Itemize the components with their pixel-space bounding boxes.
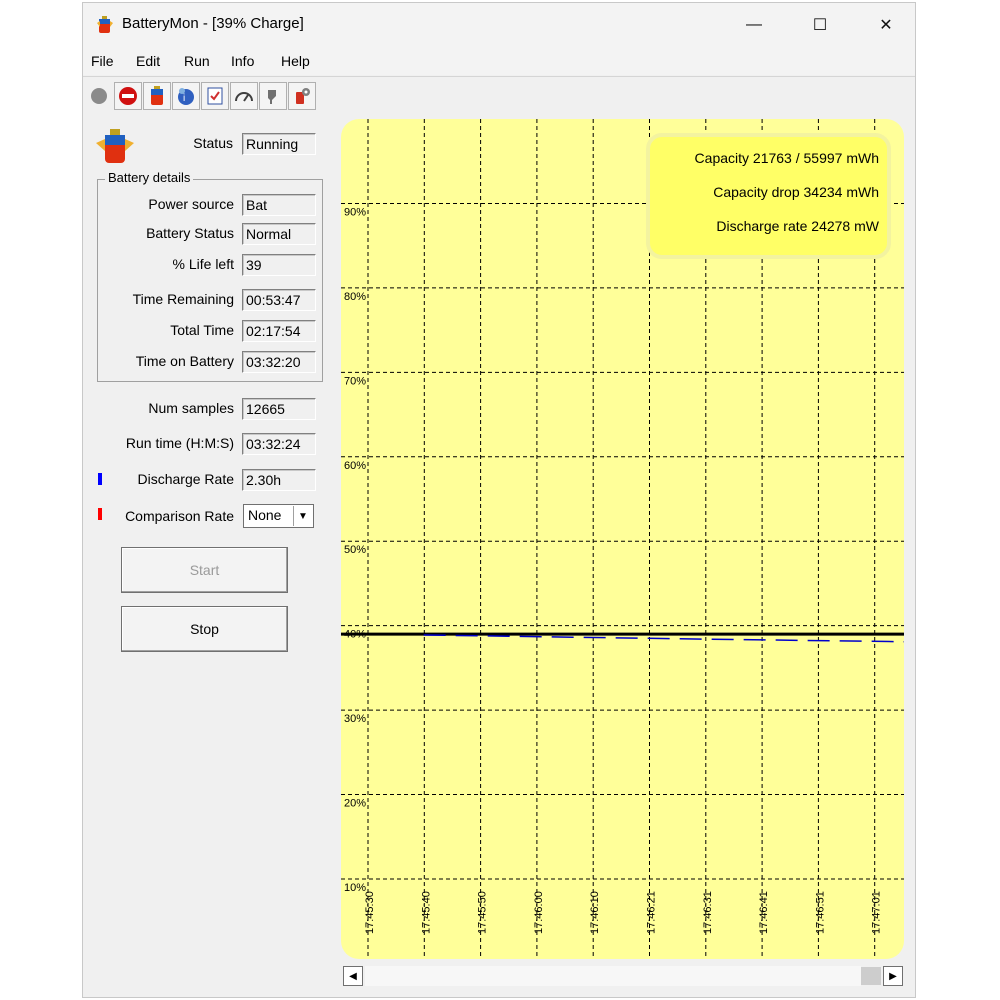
scroll-right-button[interactable]: ▶ [883,966,903,986]
menu-file[interactable]: File [91,53,114,69]
x-tick-label: 17:46:51 [814,891,826,934]
status-label: Status [193,135,233,151]
discharge-rate-info: Discharge rate 24278 mW [716,218,879,234]
title-bar[interactable]: BatteryMon - [39% Charge] — ☐ ✕ [83,3,915,47]
life-left-value: 39 [242,254,316,276]
time-remaining-value: 00:53:47 [242,289,316,311]
battery-details-title: Battery details [105,170,194,185]
record-button[interactable] [85,82,113,110]
maximize-icon: ☐ [812,17,828,34]
battery-app-icon [97,16,113,33]
num-samples-value: 12665 [242,398,316,420]
battery-status-value: Normal [242,223,316,245]
record-icon [91,88,107,104]
chart-svg: 90%80%70%60%50%40%30%20%10% 17:45:30 17:4… [341,119,905,959]
menu-help[interactable]: Help [281,53,310,69]
power-source-value: Bat [242,194,316,216]
discharge-legend-mark [98,473,102,485]
x-tick-label: 17:45:40 [420,891,432,934]
time-remaining-label: Time Remaining [132,291,234,307]
scroll-right-icon: ▶ [889,970,897,982]
close-button[interactable]: ✕ [863,3,909,47]
run-time-value: 03:32:24 [242,433,316,455]
total-time-label: Total Time [170,322,234,338]
capacity-info: Capacity 21763 / 55997 mWh [695,150,879,166]
comparison-rate-value: None [248,507,282,523]
menu-separator [83,76,915,77]
stop-toolbar-button[interactable] [114,82,142,110]
life-left-label: % Life left [172,256,234,272]
x-tick-label: 17:46:21 [646,891,658,934]
y-tick-label: 70% [344,375,366,387]
y-tick-label: 60% [344,460,366,472]
stop-button[interactable]: Stop [121,606,288,652]
checklist-toolbar-button[interactable] [201,82,229,110]
info-icon: i [178,88,194,105]
menu-edit[interactable]: Edit [136,53,160,69]
capacity-drop-info: Capacity drop 34234 mWh [713,184,879,200]
total-time-value: 02:17:54 [242,320,316,342]
dropdown-arrow-icon[interactable]: ▼ [293,506,312,526]
discharge-rate-label: Discharge Rate [137,471,235,487]
y-tick-label: 20% [344,798,366,810]
scroll-left-button[interactable]: ◀ [343,966,363,986]
x-tick-label: 17:46:00 [533,891,545,934]
chart-horizontal-scrollbar[interactable]: ◀ ▶ [341,965,906,987]
discharge-rate-value: 2.30h [242,469,316,491]
start-button[interactable]: Start [121,547,288,593]
batterymon-window: BatteryMon - [39% Charge] — ☐ ✕ File Edi… [82,2,916,998]
menu-run[interactable]: Run [184,53,210,69]
battery-mascot-icon [96,129,134,163]
info-toolbar-button[interactable]: i [172,82,200,110]
comparison-rate-label: Comparison Rate [125,508,234,524]
battery-status-label: Battery Status [146,225,234,241]
x-tick-label: 17:46:31 [702,891,714,934]
svg-text:i: i [183,93,185,104]
y-tick-label: 10% [344,882,366,894]
scroll-thumb[interactable] [861,967,881,985]
gauge-toolbar-button[interactable] [230,82,258,110]
close-icon: ✕ [879,17,893,34]
time-on-battery-value: 03:32:20 [242,351,316,373]
y-tick-label: 50% [344,544,366,556]
comparison-legend-mark [98,508,102,520]
settings-toolbar-button[interactable] [288,82,316,110]
maximize-button[interactable]: ☐ [797,3,843,47]
scroll-track[interactable] [365,966,861,986]
num-samples-label: Num samples [148,400,234,416]
minimize-icon: — [746,16,762,33]
stop-icon [119,87,137,105]
battery-chart: 90% 80% 70% 60% 50% 40% 30% 20% 10% 17:45:30 17:4… [341,119,905,959]
battery-info-panel: Status Running Battery details Power sou… [83,115,333,995]
run-time-label: Run time (H:M:S) [125,435,234,451]
toolbar: i [83,79,915,115]
y-tick-label: 90% [344,206,366,218]
comparison-rate-select[interactable]: None ▼ [243,504,314,528]
plug-icon [268,90,276,104]
window-title: BatteryMon - [39% Charge] [122,15,304,32]
x-tick-label: 17:45:50 [477,891,489,934]
menu-bar: File Edit Run Info Help [83,47,915,75]
checklist-icon [207,87,223,105]
settings-icon [296,88,310,104]
x-tick-label: 17:46:10 [589,891,601,934]
x-tick-label: 17:45:30 [364,891,376,934]
menu-info[interactable]: Info [231,53,254,69]
battery-toolbar-button[interactable] [143,82,171,110]
minimize-button[interactable]: — [731,3,777,47]
y-tick-label: 30% [344,713,366,725]
x-tick-label: 17:47:01 [871,891,883,934]
power-source-label: Power source [148,196,234,212]
battery-icon [151,86,163,105]
y-tick-label: 80% [344,291,366,303]
time-on-battery-label: Time on Battery [135,353,234,369]
gauge-icon [235,92,253,102]
status-value: Running [242,133,316,155]
scroll-left-icon: ◀ [349,970,357,982]
plug-toolbar-button[interactable] [259,82,287,110]
x-tick-label: 17:46:41 [758,891,770,934]
